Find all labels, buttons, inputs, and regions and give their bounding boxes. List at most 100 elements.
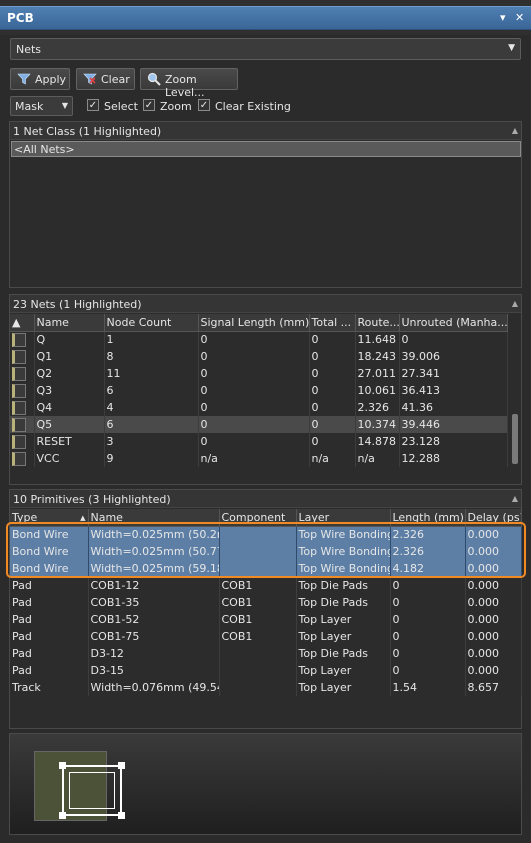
primitive-cell-delay: 0.000 <box>465 594 522 611</box>
primitive-cell-layer: Top Die Pads <box>296 594 391 611</box>
zoom-checkbox[interactable]: ✓ Zoom <box>143 97 193 115</box>
mode-dropdown[interactable]: Nets ▼ <box>10 38 521 60</box>
nets-scrollbar[interactable] <box>510 314 520 484</box>
close-icon[interactable]: ✕ <box>515 11 524 24</box>
net-cell-node-count: 8 <box>104 348 199 365</box>
nets-scrollbar-thumb[interactable] <box>512 414 518 464</box>
primitive-row[interactable]: Pad COB1-35 COB1 Top Die Pads 0 0.000 <box>10 594 522 611</box>
primitive-cell-name: COB1-52 <box>88 611 220 628</box>
net-row[interactable]: RESET 3 0 0 14.878 23.128 <box>10 433 508 450</box>
column-header-routed[interactable]: Route... <box>355 314 400 332</box>
net-cell-node-count: 1 <box>104 331 199 348</box>
net-row[interactable]: Q3 6 0 0 10.061 36.413 <box>10 382 508 399</box>
net-cell-name: Q4 <box>34 399 105 416</box>
clear-existing-checkbox[interactable]: ✓ Clear Existing <box>198 97 291 115</box>
resize-handle[interactable] <box>59 812 66 819</box>
column-header-name[interactable]: Name <box>34 314 105 332</box>
primitive-cell-delay: 0.000 <box>465 628 522 645</box>
primitive-cell-component <box>219 662 297 679</box>
net-color-cell[interactable] <box>10 433 35 450</box>
clear-button[interactable]: Clear <box>76 68 135 90</box>
sort-ascending-icon: ▲ <box>80 513 86 522</box>
net-cell-unrouted: 39.006 <box>399 348 508 365</box>
net-color-cell[interactable] <box>10 450 35 467</box>
clear-filter-icon <box>83 73 97 85</box>
net-color-cell[interactable] <box>10 399 35 416</box>
primitive-row[interactable]: Pad D3-12 Top Die Pads 0 0.000 <box>10 645 522 662</box>
net-cell-name: Q1 <box>34 348 105 365</box>
column-header-total[interactable]: Total ... <box>309 314 356 332</box>
net-row[interactable]: VCC 9 n/a n/a n/a 12.288 <box>10 450 508 467</box>
primitive-cell-layer: Top Layer <box>296 679 391 696</box>
column-header-signal-length[interactable]: Signal Length (mm) <box>198 314 310 332</box>
net-cell-total: 0 <box>309 433 356 450</box>
column-header-unrouted[interactable]: Unrouted (Manha... <box>399 314 508 332</box>
net-cell-node-count: 9 <box>104 450 199 467</box>
net-cell-total: 0 <box>309 365 356 382</box>
scroll-up-icon[interactable]: ▲ <box>512 299 518 308</box>
net-cell-signal-length: 0 <box>198 416 310 433</box>
column-header-node-count[interactable]: Node Count <box>104 314 199 332</box>
net-cell-unrouted: 0 <box>399 331 508 348</box>
net-color-swatch[interactable] <box>12 366 26 381</box>
net-cell-name: RESET <box>34 433 105 450</box>
primitive-cell-length: 0 <box>390 594 466 611</box>
resize-handle[interactable] <box>118 812 125 819</box>
primitive-cell-component: COB1 <box>219 628 297 645</box>
net-color-cell[interactable] <box>10 416 35 433</box>
net-cell-node-count: 6 <box>104 382 199 399</box>
zoom-level-button[interactable]: Zoom Level... <box>140 68 238 99</box>
net-cell-total: n/a <box>309 450 356 467</box>
net-class-item-label: <All Nets> <box>14 143 75 156</box>
net-color-cell[interactable] <box>10 348 35 365</box>
net-cell-total: 0 <box>309 348 356 365</box>
net-cell-unrouted: 23.128 <box>399 433 508 450</box>
column-header-color[interactable]: ▲ <box>10 314 35 332</box>
scroll-up-icon[interactable]: ▲ <box>512 494 518 503</box>
filter-icon <box>17 73 31 85</box>
net-cell-unrouted: 41.36 <box>399 399 508 416</box>
minimap-view-box[interactable] <box>59 762 125 819</box>
net-row[interactable]: Q4 4 0 0 2.326 41.36 <box>10 399 508 416</box>
net-cell-unrouted: 27.341 <box>399 365 508 382</box>
net-color-swatch[interactable] <box>12 434 26 449</box>
net-row[interactable]: Q5 6 0 0 10.374 39.446 <box>10 416 508 433</box>
primitive-cell-component <box>219 679 297 696</box>
primitive-row[interactable]: TrackWidth=0.076mm (49.543r Top Layer1.54… <box>10 679 522 696</box>
primitive-row[interactable]: Pad COB1-12 COB1 Top Die Pads 0 0.000 <box>10 577 522 594</box>
net-cell-routed: 10.061 <box>355 382 400 399</box>
net-color-cell[interactable] <box>10 331 35 348</box>
net-color-cell[interactable] <box>10 365 35 382</box>
panel-menu-icon[interactable]: ▾ <box>500 11 506 24</box>
net-row[interactable]: Q1 8 0 0 18.243 39.006 <box>10 348 508 365</box>
minimap[interactable] <box>9 733 522 835</box>
net-color-swatch[interactable] <box>12 400 26 415</box>
select-checkbox[interactable]: ✓ Select <box>87 97 139 115</box>
net-color-swatch[interactable] <box>12 383 26 398</box>
resize-handle[interactable] <box>118 762 125 769</box>
net-cell-signal-length: 0 <box>198 433 310 450</box>
net-color-swatch[interactable] <box>12 417 26 432</box>
primitive-row[interactable]: Pad COB1-52 COB1 Top Layer 0 0.000 <box>10 611 522 628</box>
net-color-swatch[interactable] <box>12 349 26 364</box>
checkmark-icon: ✓ <box>198 99 210 111</box>
net-class-item-all-nets[interactable]: <All Nets> <box>11 141 521 157</box>
select-checkbox-label: Select <box>104 100 138 113</box>
net-color-cell[interactable] <box>10 382 35 399</box>
zoom-level-label: Zoom Level... <box>165 73 205 99</box>
resize-handle[interactable] <box>59 762 66 769</box>
net-cell-name: Q <box>34 331 105 348</box>
net-row[interactable]: Q 1 0 0 11.648 0 <box>10 331 508 348</box>
net-cell-unrouted: 12.288 <box>399 450 508 467</box>
primitive-cell-type: Track <box>10 679 89 696</box>
net-color-swatch[interactable] <box>12 332 26 347</box>
net-cell-node-count: 4 <box>104 399 199 416</box>
primitive-row[interactable]: Pad D3-15 Top Layer 0 0.000 <box>10 662 522 679</box>
net-color-swatch[interactable] <box>12 451 26 466</box>
primitive-row[interactable]: Pad COB1-75 COB1 Top Layer 0 0.000 <box>10 628 522 645</box>
mask-dropdown[interactable]: Mask ▼ <box>10 96 73 116</box>
net-row[interactable]: Q2 11 0 0 27.011 27.341 <box>10 365 508 382</box>
apply-button[interactable]: Apply <box>10 68 70 90</box>
net-cell-unrouted: 36.413 <box>399 382 508 399</box>
scroll-up-icon[interactable]: ▲ <box>512 126 518 135</box>
